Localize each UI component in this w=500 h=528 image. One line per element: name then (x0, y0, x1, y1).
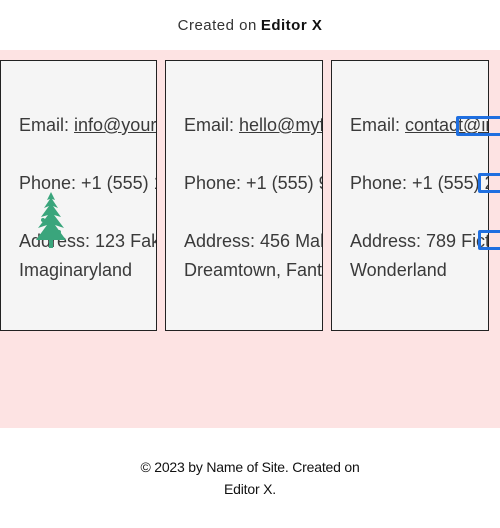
contact-card: Email: info@yourfa Phone: +1 (555) 12 Ad… (0, 60, 157, 331)
address-line-1: Address: 456 Make (184, 231, 322, 251)
email-row: Email: info@yourfa (19, 111, 156, 140)
site-footer: © 2023 by Name of Site. Created on Edito… (0, 428, 500, 528)
email-link[interactable]: info@yourfa (74, 115, 156, 135)
contacts-section: Email: info@yourfa Phone: +1 (555) 12 Ad… (0, 50, 500, 428)
phone-text: Phone: +1 (555) 246 (350, 173, 488, 193)
phone-text: Phone: +1 (555) 98 (184, 173, 322, 193)
contact-card-body: Email: contact@ima Phone: +1 (555) 246 A… (350, 111, 489, 285)
footer-line-2[interactable]: Editor X. (0, 478, 500, 500)
editor-x-banner[interactable]: Created on Editor X (0, 0, 500, 50)
pine-tree-icon (36, 192, 66, 248)
address-line-2: Imaginaryland (19, 260, 133, 280)
contact-card: Email: hello@myfa Phone: +1 (555) 98 Add… (165, 60, 323, 331)
email-label: Email: (184, 115, 240, 135)
email-label: Email: (19, 115, 75, 135)
email-label: Email: (350, 115, 406, 135)
email-row: Email: hello@myfa (184, 111, 322, 140)
footer-line-1: © 2023 by Name of Site. Created on (140, 459, 360, 475)
contact-card-body: Email: hello@myfa Phone: +1 (555) 98 Add… (184, 111, 323, 285)
email-link[interactable]: hello@myfa (239, 115, 322, 135)
selection-box-phone[interactable] (478, 173, 500, 193)
page: Created on Editor X Email: info@yourfa P… (0, 0, 500, 528)
contact-card: Email: contact@ima Phone: +1 (555) 246 A… (331, 60, 489, 331)
selection-box-email[interactable] (456, 116, 500, 136)
footer-credit: © 2023 by Name of Site. Created on Edito… (0, 456, 500, 500)
address-line-2: Wonderland (350, 260, 447, 280)
banner-brand[interactable]: Editor X (261, 17, 323, 34)
banner-prefix: Created on (177, 16, 257, 34)
address-line-2: Dreamtown, Fanta (184, 260, 323, 280)
selection-box-address[interactable] (478, 230, 500, 250)
address-line-1: Address: 789 Fictitio (350, 231, 489, 251)
